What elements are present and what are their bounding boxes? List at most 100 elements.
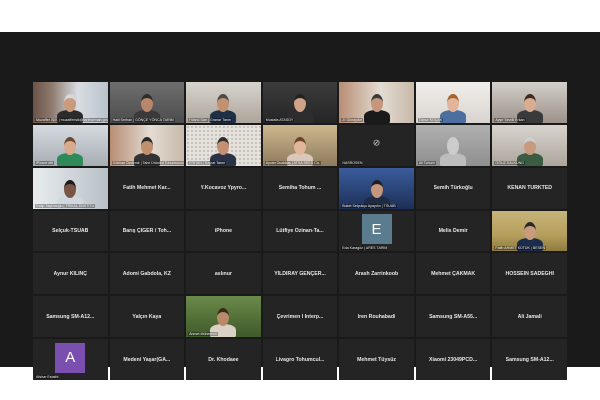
- participant-tile[interactable]: Arash Zarrinkoob: [339, 253, 414, 295]
- participant-caption: Mustafa ATASOY: [264, 117, 295, 122]
- participant-tile[interactable]: Xiaomi 23049PCD...: [415, 339, 491, 380]
- participant-name: Xiaomi 23049PCD...: [429, 356, 478, 363]
- participant-head: [370, 93, 383, 112]
- participant-tile[interactable]: Muzaffer IŞIK | muzafferisik@tarimorman.…: [33, 82, 108, 123]
- participant-caption: Afshar Estathi: [35, 375, 60, 379]
- avatar: E: [361, 214, 392, 245]
- participant-name: Yalçın Kaya: [132, 313, 162, 320]
- participant-head: [140, 136, 153, 155]
- participant-head: [217, 308, 230, 327]
- participant-tile[interactable]: Aynur KILINÇ: [33, 253, 108, 295]
- participant-head: [140, 93, 153, 112]
- participant-name: Arash Zarrinkoob: [354, 270, 399, 277]
- participant-tile[interactable]: Gökhan Özdemir | Tahıl Ürünleri Tohumcul…: [109, 124, 185, 166]
- participant-name: Samsung SM-A12...: [46, 313, 95, 320]
- participant-name: HOSSEIN SADEGHI: [505, 270, 554, 277]
- participant-tile[interactable]: HOSSEIN SADEGHI: [492, 253, 567, 295]
- participant-tile[interactable]: Öznur KOÇAK: [415, 82, 491, 123]
- participant-tile[interactable]: Medeni Yaşar(GA...: [109, 339, 185, 380]
- participant-tile[interactable]: Ali Tohum: [415, 124, 491, 166]
- participant-head: [447, 93, 460, 112]
- participant-caption: ERHAN | Hayrat Tarım: [188, 160, 227, 165]
- participant-name: Adomi Gabdola, KZ: [122, 270, 171, 277]
- participant-figure: [438, 132, 468, 166]
- participant-caption: iPhone eth: [35, 160, 55, 165]
- participant-tile[interactable]: iPhone eth: [33, 124, 108, 166]
- participant-tile[interactable]: Buket Selçukçu Ayaydın | TSUAB: [339, 167, 414, 209]
- participant-name: Dr. Khodaee: [208, 356, 239, 363]
- participant-head: [64, 93, 77, 112]
- participant-name: Aynur KILINÇ: [53, 270, 88, 277]
- participant-tile[interactable]: iPhone: [186, 210, 261, 252]
- participant-name: iPhone: [214, 227, 233, 234]
- participant-tile[interactable]: A Afshar Estathi: [33, 339, 108, 380]
- participant-tile[interactable]: Galip Taşkınoğlu | TRİKAL ENSTITÜ: [33, 167, 108, 209]
- participant-tile[interactable]: Iren Rouhabadi: [339, 296, 414, 338]
- participant-name: Ali Jamali: [517, 313, 542, 320]
- participant-tile[interactable]: ERHAN | Hayrat Tarım: [186, 124, 261, 166]
- participant-name: Selçuk-TSUAB: [52, 227, 89, 234]
- participant-name: Medeni Yaşar(GA...: [123, 356, 171, 363]
- participant-tile[interactable]: Ahmet Mühesrinli: [186, 296, 261, 338]
- participant-head: [370, 179, 383, 198]
- participant-caption: Buket Selçukçu Ayaydın | TSUAB: [341, 203, 397, 208]
- participant-tile[interactable]: Semih Türkoğlu: [415, 167, 491, 209]
- camera-off-icon: ⊘: [372, 137, 381, 148]
- participant-tile[interactable]: Y.Kocavoz Ypyro...: [186, 167, 261, 209]
- participant-tile[interactable]: Selçuk-TSUAB: [33, 210, 108, 252]
- participant-name: Y.Kocavoz Ypyro...: [200, 185, 247, 192]
- participant-caption: Galip Taşkınoğlu | TRİKAL ENSTITÜ: [35, 203, 96, 208]
- participant-name: Barış ÇİĞER / Toh...: [122, 227, 172, 234]
- participant-tile[interactable]: Ali Jamali: [492, 296, 567, 338]
- participant-tile[interactable]: KENAN TURKTED: [492, 167, 567, 209]
- participant-tile[interactable]: Samsung SM-A12...: [492, 339, 567, 380]
- participant-tile[interactable]: YILDIRAY GENÇER...: [262, 253, 338, 295]
- participant-caption: Hüsnü Sarı | Granar Tarım: [188, 117, 233, 122]
- participant-tile[interactable]: Lütfiye Özinan-Ta...: [262, 210, 338, 252]
- participant-head: [64, 179, 77, 198]
- participant-tile[interactable]: Dr. Khodaee: [186, 339, 261, 380]
- participant-figure: [55, 132, 85, 166]
- participant-name: Lütfiye Özinan-Ta...: [276, 227, 324, 234]
- participant-tile[interactable]: Semiha Tohum ...: [262, 167, 338, 209]
- participant-tile[interactable]: Barış ÇİĞER / Toh...: [109, 210, 185, 252]
- participant-tile[interactable]: OĞUZ SALKUNG: [492, 124, 567, 166]
- participant-name: Samsung SM-A12...: [505, 356, 554, 363]
- participant-caption: Aycan Ocakbaş | ATSA SEED Co.: [264, 160, 321, 165]
- participant-tile[interactable]: Samsung SM-A55...: [415, 296, 491, 338]
- participant-tile[interactable]: ⊘ NASROSEN: [339, 124, 414, 166]
- participant-tile[interactable]: Livagro Tohumcul...: [262, 339, 338, 380]
- participant-tile[interactable]: Fatih Mehmet Kar...: [109, 167, 185, 209]
- participant-tile[interactable]: Mehmet ÇAKMAK: [415, 253, 491, 295]
- participant-name: Mehmet ÇAKMAK: [431, 270, 476, 277]
- participant-tile[interactable]: Samsung SM-A12...: [33, 296, 108, 338]
- participant-name: Mehmet Tüysüz: [357, 356, 397, 363]
- participant-head: [217, 136, 230, 155]
- participant-tile[interactable]: E Eda Karagöz | ARES TARIM: [339, 210, 414, 252]
- participant-head: [447, 136, 460, 155]
- participant-name: Melis Demir: [438, 227, 468, 234]
- participant-tile[interactable]: Aycan Ocakbaş | ATSA SEED Co.: [262, 124, 338, 166]
- participant-tile[interactable]: Hüsnü Sarı | Granar Tarım: [186, 82, 261, 123]
- participant-tile[interactable]: Fatih AHMET KÜTÜK | BESEN: [492, 210, 567, 252]
- participant-caption: Ayşe Sevdil Erkan: [494, 117, 526, 122]
- participant-head: [523, 222, 536, 241]
- participant-tile[interactable]: Yalçın Kaya: [109, 296, 185, 338]
- participant-caption: Eda Karagöz | ARES TARIM: [341, 246, 389, 251]
- meeting-window: Muzaffer IŞIK | muzafferisik@tarimorman.…: [0, 32, 600, 380]
- participant-head: [523, 93, 536, 112]
- participant-name: Livagro Tohumcul...: [275, 356, 325, 363]
- participant-tile[interactable]: Halil Serhan | GÖNÇE YÖNCA TARIM: [109, 82, 185, 123]
- participant-figure: [362, 89, 392, 123]
- participant-tile[interactable]: Zİ Günaydın: [339, 82, 414, 123]
- participant-tile[interactable]: Adomi Gabdola, KZ: [109, 253, 185, 295]
- participant-name: KENAN TURKTED: [507, 185, 553, 192]
- participant-tile[interactable]: aslınur: [186, 253, 261, 295]
- participant-tile[interactable]: Mustafa ATASOY: [262, 82, 338, 123]
- participant-caption: OĞUZ SALKUNG: [494, 160, 525, 165]
- participant-tile[interactable]: Mehmet Tüysüz: [339, 339, 414, 380]
- participant-tile[interactable]: Çevrimen I Interp...: [262, 296, 338, 338]
- participant-tile[interactable]: Ayşe Sevdil Erkan: [492, 82, 567, 123]
- participant-tile[interactable]: Melis Demir: [415, 210, 491, 252]
- participant-name: aslınur: [214, 270, 232, 277]
